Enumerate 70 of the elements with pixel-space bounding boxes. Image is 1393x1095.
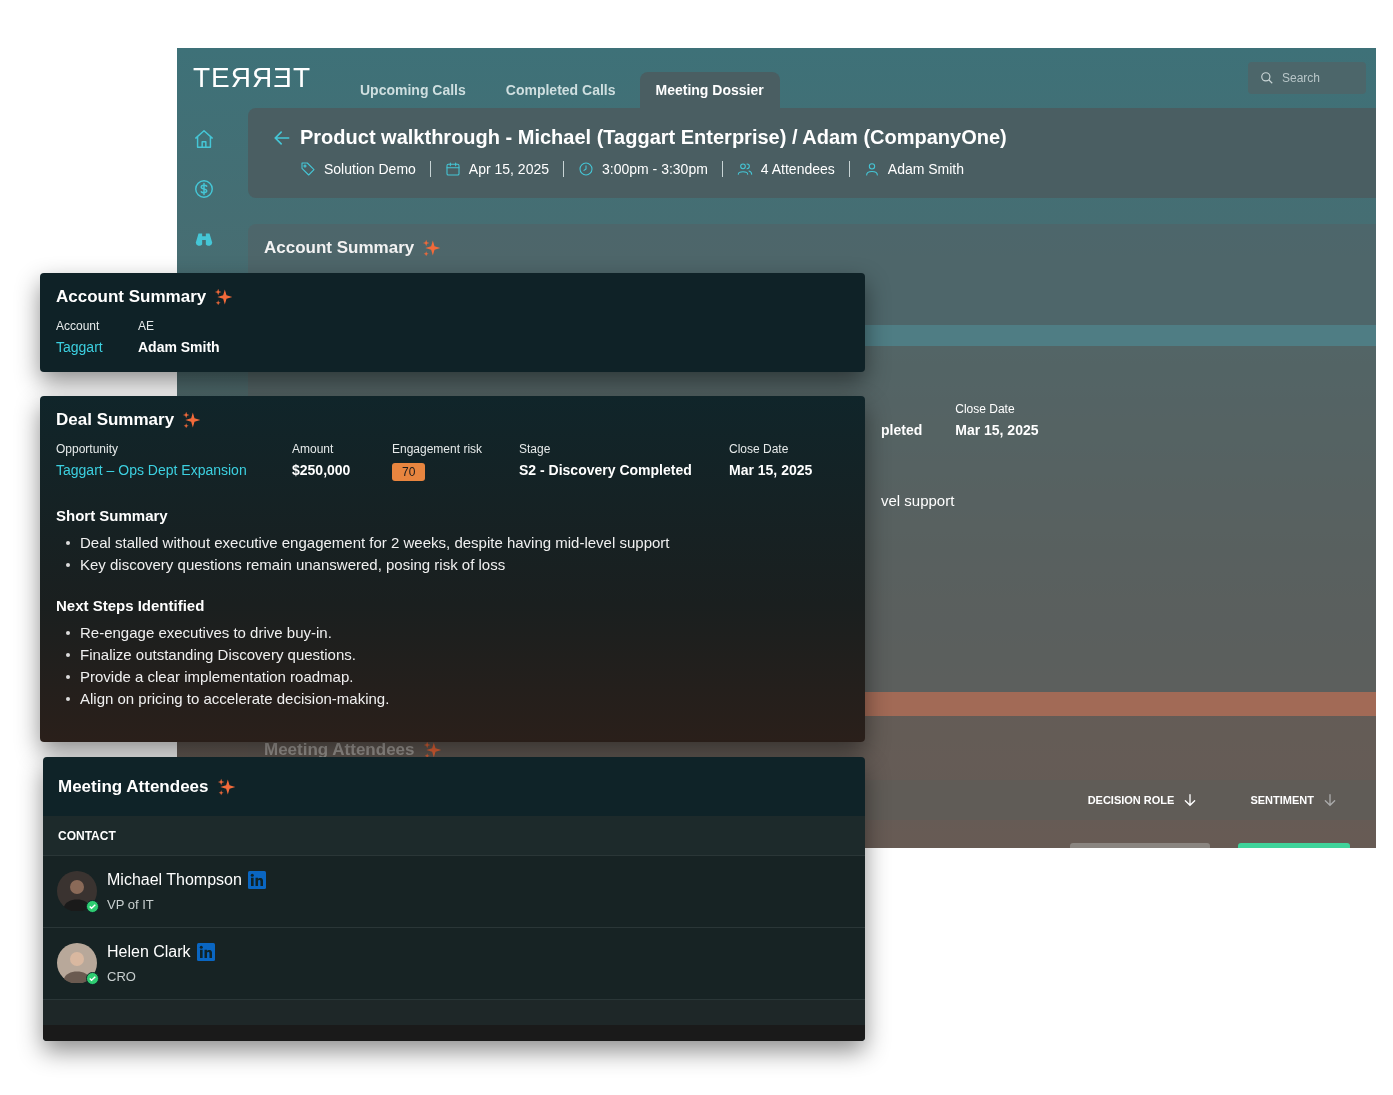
bullet-icon (66, 630, 70, 635)
person-icon (863, 161, 880, 177)
column-header[interactable]: CONTACT (58, 828, 116, 843)
linkedin-icon[interactable] (196, 943, 215, 961)
bullet-text: Re-engage executives to drive buy-in. (80, 624, 332, 641)
meeting-title: Product walkthrough - Michael (Taggart Enterprise) / Adam (CompanyOne) (300, 126, 1007, 149)
risk-badge: 70 (392, 463, 426, 481)
card-title: Meeting Attendees (58, 776, 209, 797)
field-label: Engagement risk (392, 442, 484, 456)
bullet-text: Provide a clear implementation roadmap. (80, 668, 354, 685)
nav-tab[interactable]: Completed Calls (489, 72, 632, 108)
nav-tab[interactable]: Meeting Dossier (639, 72, 780, 108)
calendar-icon (444, 161, 461, 177)
meeting-detail: 3:00pm - 3:30pm (602, 161, 708, 177)
avatar (57, 870, 97, 911)
column-header[interactable]: SENTIMENT (1250, 794, 1314, 806)
meeting-detail: Solution Demo (324, 161, 416, 177)
nav-tab[interactable]: Upcoming Calls (344, 72, 482, 108)
field-label: Opportunity (56, 442, 120, 456)
search-icon (1260, 71, 1274, 85)
card-title: Account Summary (56, 287, 207, 307)
field-label: Close Date (729, 442, 790, 456)
contact-name: Helen Clark (107, 943, 191, 961)
clock-icon (578, 161, 594, 177)
tag-icon (300, 161, 316, 177)
meeting-detail: 4 Attendees (760, 161, 835, 177)
field-value: Mar 15, 2025 (955, 422, 1039, 438)
account-link[interactable]: Taggart (56, 339, 138, 355)
section-title: Account Summary (264, 238, 415, 258)
section-heading: Next Steps Identified (56, 597, 206, 614)
stage-value: pleted (881, 422, 923, 438)
home-icon[interactable] (193, 128, 215, 150)
column-header[interactable]: DECISION ROLE (1087, 794, 1175, 806)
linkedin-icon[interactable] (247, 871, 266, 889)
bullet-icon (66, 696, 70, 701)
field-value: Adam Smith (138, 339, 221, 355)
logo: TEЯЯƎT (193, 62, 311, 94)
field-label: Account (56, 319, 101, 333)
section-heading: Short Summary (56, 507, 169, 524)
dollar-icon[interactable] (193, 178, 215, 200)
contact-role: CRO (107, 969, 137, 984)
field-label: Close Date (955, 402, 1016, 416)
field-value: S2 - Discovery Completed (519, 462, 693, 478)
contact-name: Michael Thompson (107, 871, 242, 889)
bullet-text: Align on pricing to accelerate decision-making. (80, 690, 390, 707)
bullet-icon (66, 674, 70, 679)
field-value: $250,000 (292, 462, 352, 478)
opportunity-link[interactable]: Taggart – Ops Dept Expansion (56, 462, 292, 478)
avatar (57, 942, 97, 983)
meeting-detail: Apr 15, 2025 (468, 161, 549, 177)
bullet-icon (66, 652, 70, 657)
field-label: Amount (292, 442, 335, 456)
contact-role: VP of IT (107, 897, 155, 912)
card-title: Deal Summary (56, 410, 175, 430)
meeting-detail: Adam Smith (887, 161, 965, 177)
bullet-icon (66, 562, 70, 567)
search-field[interactable]: Search (1248, 62, 1366, 94)
sort-arrow-icon[interactable] (1322, 792, 1338, 808)
bullet-icon (66, 540, 70, 545)
contact-row[interactable]: Michael Thompson VP of IT (43, 856, 865, 928)
sparkle-icon (422, 740, 443, 760)
contact-row[interactable]: Helen Clark CRO (43, 928, 865, 1000)
field-label: AE (138, 319, 155, 333)
field-value: Mar 15, 2025 (729, 462, 814, 478)
bullet-text: Key discovery questions remain unanswered, posing risk of loss (80, 556, 506, 573)
bullet-text: Deal stalled without executive engagement for 2 weeks, despite having mid-level support (80, 534, 670, 551)
summary-text: vel support (881, 492, 955, 509)
field-label: Stage (519, 442, 552, 456)
bullet-text: Finalize outstanding Discovery questions. (80, 646, 356, 663)
people-icon (736, 161, 753, 177)
